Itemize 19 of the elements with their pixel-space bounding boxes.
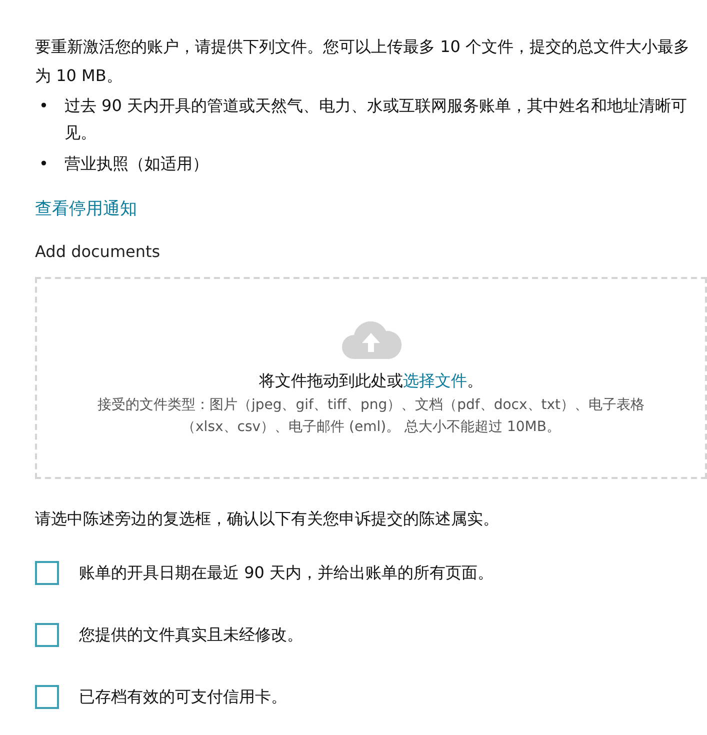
file-dropzone[interactable]: 将文件拖动到此处或选择文件。 接受的文件类型：图片（jpeg、gif、tiff、png）、文档（pdf、docx、txt）、电子表格（xlsx、csv）、电子邮件 (eml)。 总大小不能超过 10MB。 (35, 277, 707, 479)
bullet: • (39, 153, 48, 175)
statement-label: 已存档有效的可支付信用卡。 (79, 686, 287, 708)
statement-label: 账单的开具日期在最近 90 天内，并给出账单的所有页面。 (79, 562, 494, 584)
accepted-types-text: 接受的文件类型：图片（jpeg、gif、tiff、png）、文档（pdf、docx、txt）、电子表格（xlsx、csv）、电子邮件 (eml)。 总大小不能超过 10MB。 (96, 396, 646, 436)
upload-cloud-icon (340, 318, 402, 360)
requirement-item: 营业执照（如适用） (64, 153, 208, 175)
drop-prompt: 将文件拖动到此处或选择文件。 (259, 370, 483, 392)
statement-label: 您提供的文件真实且未经修改。 (79, 624, 303, 646)
confirm-instructions: 请选中陈述旁边的复选框，确认以下有关您申诉提交的陈述属实。 (35, 509, 500, 530)
requirement-item: 过去 90 天内开具的管道或天然气、电力、水或互联网服务账单，其中姓名和地址清晰可见。 (64, 95, 688, 144)
upload-label: Add documents (35, 242, 162, 261)
checkbox[interactable] (35, 623, 59, 647)
notice-link[interactable]: 查看停用通知 (35, 197, 137, 220)
choose-file-link[interactable]: 选择文件 (403, 370, 467, 390)
checkbox[interactable] (35, 561, 59, 585)
checkbox[interactable] (35, 685, 59, 709)
intro-text: 要重新激活您的账户，请提供下列文件。您可以上传最多 10 个文件，提交的总文件大小最多为 10 MB。 (35, 36, 691, 87)
bullet: • (39, 95, 48, 117)
